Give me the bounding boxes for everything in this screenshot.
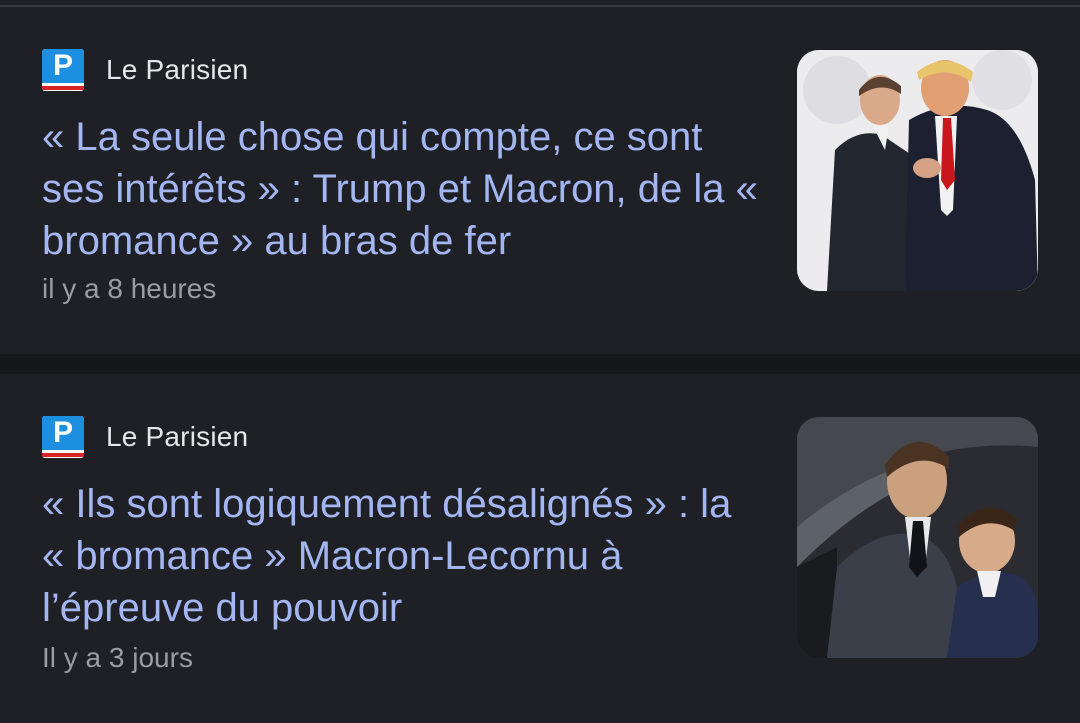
source-row: P Le Parisien [42,415,248,459]
card-divider [0,354,1080,374]
news-card[interactable]: P Le Parisien « La seule chose qui compt… [0,9,1080,354]
le-parisien-logo-icon: P [42,416,84,458]
top-divider [0,0,1080,7]
le-parisien-logo-icon: P [42,49,84,91]
article-timestamp: Il y a 3 jours [42,642,193,673]
article-thumbnail[interactable] [797,417,1038,658]
thumbnail-image-icon [797,50,1038,291]
thumbnail-image-icon [797,417,1038,658]
article-thumbnail[interactable] [797,50,1038,291]
source-name: Le Parisien [106,54,249,85]
source-row: P Le Parisien [42,48,248,92]
logo-letter: P [52,49,73,82]
article-headline[interactable]: « Ils sont logiquement désalignés » : la… [42,478,762,634]
article-timestamp: il y a 8 heures [42,273,217,304]
news-card[interactable]: P Le Parisien « Ils sont logiquement dés… [0,374,1080,723]
logo-letter: P [52,416,73,449]
article-headline[interactable]: « La seule chose qui compte, ce sont ses… [42,111,762,267]
source-name: Le Parisien [106,421,249,452]
